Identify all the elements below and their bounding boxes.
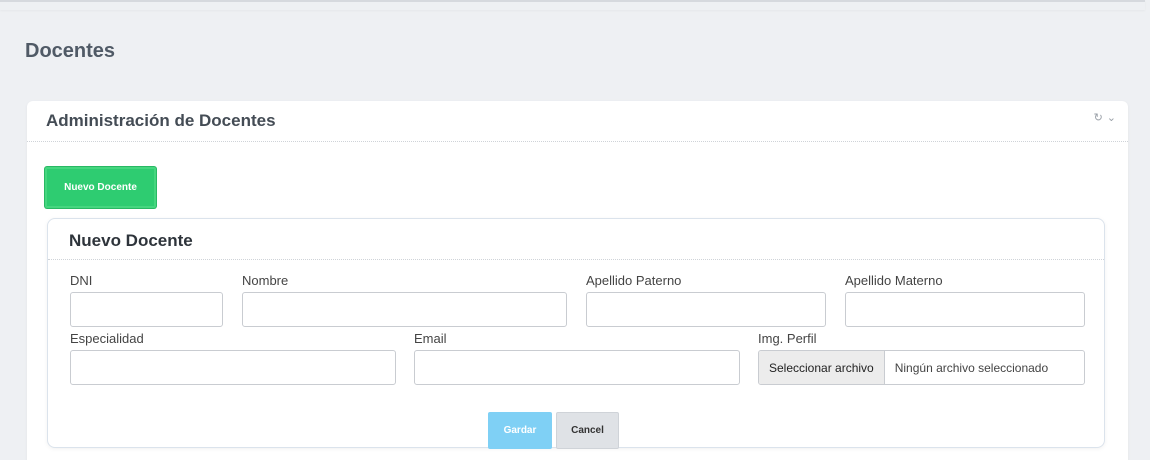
apellido-paterno-label: Apellido Paterno [586,273,682,288]
form-header: Nuevo Docente [48,219,1104,260]
new-docente-form: Nuevo Docente DNI Nombre Apellido Patern… [47,218,1105,449]
save-button[interactable]: Gardar [488,412,552,449]
dni-field[interactable] [70,292,223,327]
nombre-field[interactable] [242,292,567,327]
card-title: Administración de Docentes [46,111,276,130]
card-header: Administración de Docentes ↻ ⌄ [27,101,1128,142]
email-label: Email [414,331,447,346]
card-tools: ↻ ⌄ [1094,111,1116,124]
new-docente-button[interactable]: Nuevo Docente [45,167,156,208]
apellido-paterno-field[interactable] [586,292,826,327]
apellido-materno-label: Apellido Materno [845,273,943,288]
top-bar [0,0,1145,10]
refresh-icon[interactable]: ↻ [1094,111,1103,124]
cancel-button[interactable]: Cancel [556,412,619,449]
nombre-label: Nombre [242,273,289,288]
email-field[interactable] [414,350,740,385]
select-file-button[interactable]: Seleccionar archivo [759,351,885,384]
file-status: Ningún archivo seleccionado [894,360,1049,375]
page-title: Docentes [25,40,116,62]
especialidad-label: Especialidad [70,331,144,346]
form-title: Nuevo Docente [69,231,193,250]
img-perfil-label: Img. Perfil [758,331,817,346]
admin-card: Administración de Docentes ↻ ⌄ Nuevo Doc… [27,101,1128,460]
dni-label: DNI [70,273,93,288]
apellido-materno-field[interactable] [845,292,1085,327]
img-perfil-file-input[interactable]: Seleccionar archivo Ningún archivo selec… [758,350,1085,385]
especialidad-field[interactable] [70,350,396,385]
chevron-down-icon[interactable]: ⌄ [1107,111,1116,124]
